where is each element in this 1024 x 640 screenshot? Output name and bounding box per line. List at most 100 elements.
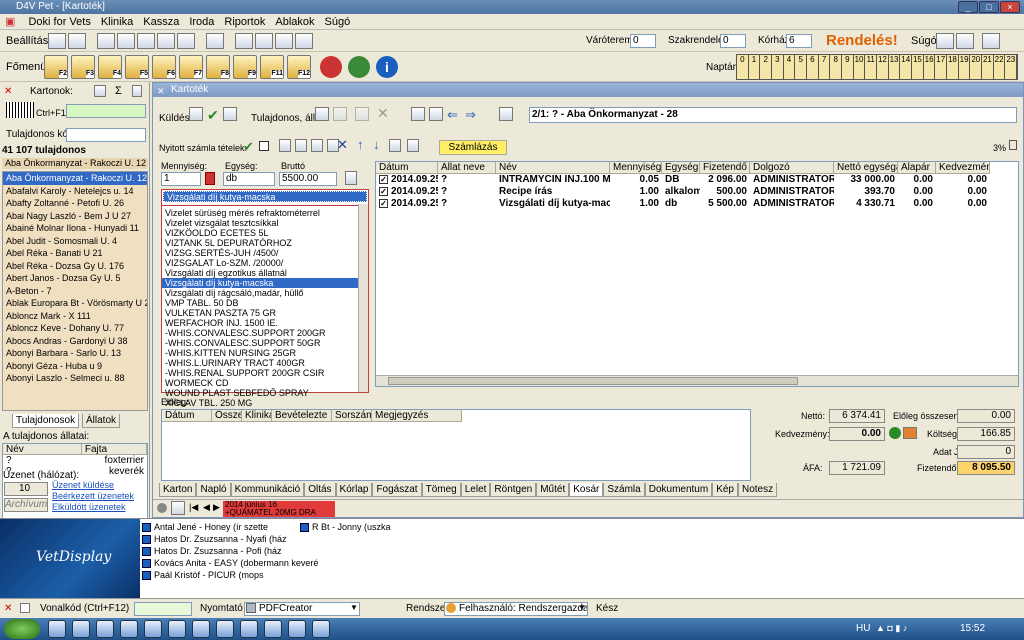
calendar-hour-19[interactable]: 19 bbox=[959, 55, 971, 79]
fkey-button-f8[interactable]: F8 bbox=[206, 55, 230, 79]
view-icon[interactable] bbox=[311, 139, 323, 152]
user-chevron-icon[interactable]: ▼ bbox=[578, 603, 586, 612]
dropdown-item[interactable]: Vizsgálati díj egzotikus állatnál bbox=[162, 268, 358, 278]
specialty-field[interactable]: 0 bbox=[720, 34, 746, 48]
calendar-hour-13[interactable]: 13 bbox=[889, 55, 901, 79]
calculator-icon[interactable] bbox=[345, 171, 357, 185]
windows-icon[interactable] bbox=[275, 33, 294, 49]
printer-select[interactable]: PDFCreator bbox=[244, 602, 360, 616]
copy-icon[interactable] bbox=[315, 107, 329, 121]
new-card-icon[interactable] bbox=[94, 85, 106, 97]
row-checkbox[interactable]: ✓ bbox=[379, 198, 388, 208]
dropdown-item[interactable]: -WHIS.CONVALESC.SUPPORT 50GR bbox=[162, 338, 358, 348]
note-box[interactable]: 2014 június 16 +QUAMATEL 20MG DRA bbox=[223, 501, 335, 517]
dropdown-item[interactable]: Vizsgálati díj kutya-macska bbox=[162, 278, 358, 288]
column-header[interactable]: Dátum bbox=[376, 162, 438, 174]
menu-item-3[interactable]: Iroda bbox=[184, 14, 219, 30]
note-print-icon[interactable] bbox=[171, 501, 185, 515]
dropdown-item[interactable]: Vizelet vizsgálat tesztcsíkkal bbox=[162, 218, 358, 228]
calendar-hour-0[interactable]: 0 bbox=[737, 55, 749, 79]
patient-item[interactable]: R Bt - Jonny (uszka bbox=[300, 521, 460, 533]
menu-item-5[interactable]: Ablakok bbox=[270, 14, 319, 30]
empty-box-icon[interactable] bbox=[259, 141, 269, 151]
calendar-hour-6[interactable]: 6 bbox=[807, 55, 819, 79]
dropdown-item[interactable]: XICLAV TBL. 250 MG bbox=[162, 398, 358, 408]
office-icon[interactable] bbox=[120, 620, 138, 638]
tab-4[interactable]: Kórlap bbox=[335, 483, 373, 497]
calendar-hour-7[interactable]: 7 bbox=[819, 55, 831, 79]
calendar-hour-5[interactable]: 5 bbox=[795, 55, 808, 79]
dropdown-item[interactable]: WERFACHOR INJ. 1500 IE. bbox=[162, 318, 358, 328]
dropdown-item[interactable]: VIZKÖOLDO ECETES 5L bbox=[162, 228, 358, 238]
app2-icon[interactable] bbox=[264, 620, 282, 638]
media-icon[interactable] bbox=[168, 620, 186, 638]
forward-arrow-icon[interactable]: ⇒ bbox=[465, 107, 476, 123]
fkey-button-f3[interactable]: F3 bbox=[71, 55, 95, 79]
vm-icon[interactable] bbox=[288, 620, 306, 638]
globe-icon[interactable] bbox=[348, 56, 370, 78]
fkey-button-f12[interactable]: F12 bbox=[287, 55, 311, 79]
column-header[interactable]: Mennyiség bbox=[610, 162, 662, 174]
note-icon[interactable] bbox=[157, 503, 167, 513]
calendar-hour-22[interactable]: 22 bbox=[994, 55, 1006, 79]
language-indicator[interactable]: HU bbox=[856, 623, 870, 634]
message-link-1[interactable]: Beérkezett üzenetek bbox=[52, 491, 134, 502]
column-header[interactable]: Alapár bbox=[898, 162, 936, 174]
owner-list-item[interactable]: Abel Réka - Banati U 21 bbox=[3, 247, 147, 260]
percent-checkbox[interactable] bbox=[1009, 140, 1017, 150]
document-icon[interactable] bbox=[157, 33, 176, 49]
owner-list-item[interactable]: Ablak Europara Bt - Vörösmarty U 2 bbox=[3, 297, 147, 310]
tab-11[interactable]: Számla bbox=[603, 483, 645, 497]
close-button[interactable]: × bbox=[1000, 1, 1020, 13]
calendar-hour-1[interactable]: 1 bbox=[749, 55, 761, 79]
tab-14[interactable]: Notesz bbox=[737, 483, 778, 497]
chevron-down-icon[interactable]: ▼ bbox=[350, 603, 358, 612]
dropdown-scrollbar[interactable] bbox=[358, 204, 368, 392]
table-row[interactable]: ✓2014.09.25? Vizsgálati díj kutya-macska 1… bbox=[376, 198, 1018, 210]
settings-label[interactable]: Beállítás bbox=[6, 35, 48, 47]
qty-calendar-icon[interactable] bbox=[205, 172, 215, 185]
template-icon[interactable] bbox=[429, 107, 443, 121]
fkey-button-f7[interactable]: F7 bbox=[179, 55, 203, 79]
menu-item-2[interactable]: Kassza bbox=[138, 14, 184, 30]
record-icon[interactable] bbox=[137, 33, 156, 49]
folder-icon[interactable] bbox=[216, 620, 234, 638]
tab-2[interactable]: Kommunikáció bbox=[230, 483, 305, 497]
row-checkbox[interactable]: ✓ bbox=[379, 174, 388, 184]
owner-list-item[interactable]: Abai Nagy Laszló - Bem J U 27 bbox=[3, 210, 147, 223]
column-header[interactable]: Nettó egységár bbox=[834, 162, 898, 174]
dropdown-item[interactable]: Vizelet sürüség mérés refraktométerrel bbox=[162, 208, 358, 218]
advance-header[interactable]: Összeg bbox=[212, 410, 242, 422]
tab-7[interactable]: Lelet bbox=[460, 483, 491, 497]
dropdown-item[interactable]: VULKETAN PASZTA 75 GR bbox=[162, 308, 358, 318]
send-label[interactable]: Küldés bbox=[159, 113, 190, 124]
advance-header[interactable]: Klinika bbox=[242, 410, 272, 422]
battery-icon[interactable] bbox=[132, 85, 142, 97]
remote-icon[interactable] bbox=[982, 33, 1000, 49]
pen-icon[interactable] bbox=[189, 107, 203, 121]
print-icon[interactable] bbox=[411, 107, 425, 121]
move-up-icon[interactable]: ↑ bbox=[357, 137, 364, 152]
explorer-icon[interactable] bbox=[48, 620, 66, 638]
save-icon[interactable] bbox=[192, 620, 210, 638]
tab-8[interactable]: Röntgen bbox=[490, 483, 537, 497]
delete-icon[interactable]: ✕ bbox=[377, 105, 389, 122]
lifebuoy-icon[interactable] bbox=[320, 56, 342, 78]
clipboard-icon[interactable] bbox=[389, 139, 401, 152]
dropdown-item[interactable]: Vizsgálati díj rágcsáló,madár, hüllő bbox=[162, 288, 358, 298]
table-row[interactable]: ✓ 2014.09.25? INTRAMYCIN INJ.100 ML 0.05 DB 2… bbox=[376, 174, 1018, 186]
hospital-field[interactable]: 6 bbox=[786, 34, 812, 48]
column-header[interactable]: Állat neve bbox=[438, 162, 496, 174]
patient-item[interactable]: Hatos Dr. Zsuzsanna - Pofi (ház bbox=[142, 545, 302, 557]
archive-button[interactable]: Archívum bbox=[4, 498, 48, 512]
ie-icon[interactable] bbox=[96, 620, 114, 638]
owner-list-item[interactable]: Abainé Molnar Ilona - Hunyadi 11 bbox=[3, 222, 147, 235]
firefox-icon[interactable] bbox=[72, 620, 90, 638]
calendar-hour-17[interactable]: 17 bbox=[935, 55, 948, 79]
owner-list-item[interactable]: Abonyi Barbara - Sarlo U. 13 bbox=[3, 347, 147, 360]
column-header[interactable]: Név bbox=[496, 162, 610, 174]
tab-owners[interactable]: Tulajdonosok bbox=[12, 414, 80, 428]
calendar-hour-3[interactable]: 3 bbox=[772, 55, 784, 79]
calendar-hour-9[interactable]: 9 bbox=[842, 55, 854, 79]
owner-list-item[interactable]: Abel Judit - Somosmali U. 4 bbox=[3, 235, 147, 248]
